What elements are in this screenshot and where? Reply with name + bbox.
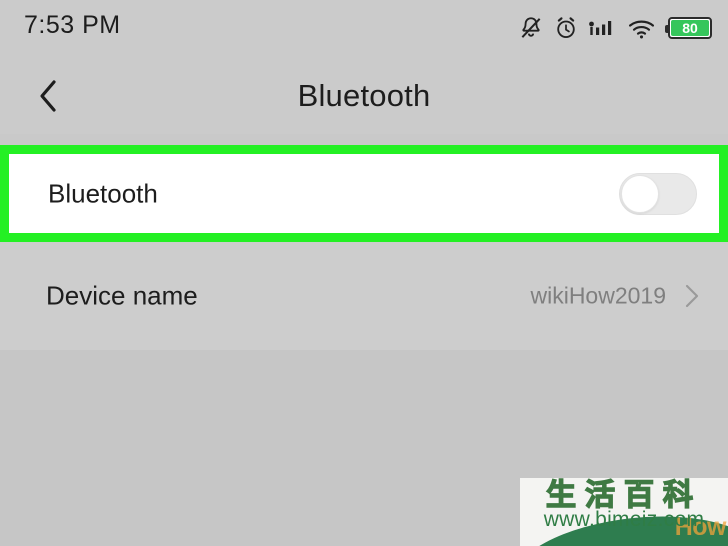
battery-level-text: 80 bbox=[682, 20, 698, 36]
watermark-url: www.bimeiz.com bbox=[543, 508, 705, 531]
phone-screen: 7:53 PM 80 Bluetooth Bluetooth Device na… bbox=[0, 0, 728, 546]
status-bar-icons: 80 bbox=[518, 13, 712, 43]
cellular-signal-icon bbox=[588, 15, 618, 41]
status-bar-clock: 7:53 PM bbox=[24, 11, 121, 39]
device-name-row[interactable]: Device name wikiHow2019 bbox=[0, 242, 728, 350]
chevron-right-icon bbox=[680, 282, 704, 310]
bell-muted-icon bbox=[518, 15, 544, 41]
bluetooth-toggle-row[interactable]: Bluetooth bbox=[9, 154, 719, 233]
alarm-clock-icon bbox=[553, 15, 579, 41]
status-bar: 7:53 PM 80 bbox=[0, 0, 728, 58]
device-name-value: wikiHow2019 bbox=[530, 282, 666, 309]
bluetooth-toggle-switch[interactable] bbox=[619, 172, 697, 215]
bluetooth-row-highlight: Bluetooth bbox=[0, 145, 728, 242]
battery-indicator: 80 bbox=[665, 17, 712, 39]
watermark: 生活百科 How www.bimeiz.com bbox=[520, 478, 728, 546]
wifi-icon bbox=[627, 15, 656, 41]
device-name-label: Device name bbox=[46, 280, 198, 311]
toggle-knob bbox=[621, 174, 659, 213]
page-title: Bluetooth bbox=[297, 78, 431, 113]
bluetooth-row-label: Bluetooth bbox=[48, 178, 158, 208]
device-name-section: Device name wikiHow2019 bbox=[0, 242, 728, 350]
app-bar: Bluetooth bbox=[0, 58, 728, 134]
